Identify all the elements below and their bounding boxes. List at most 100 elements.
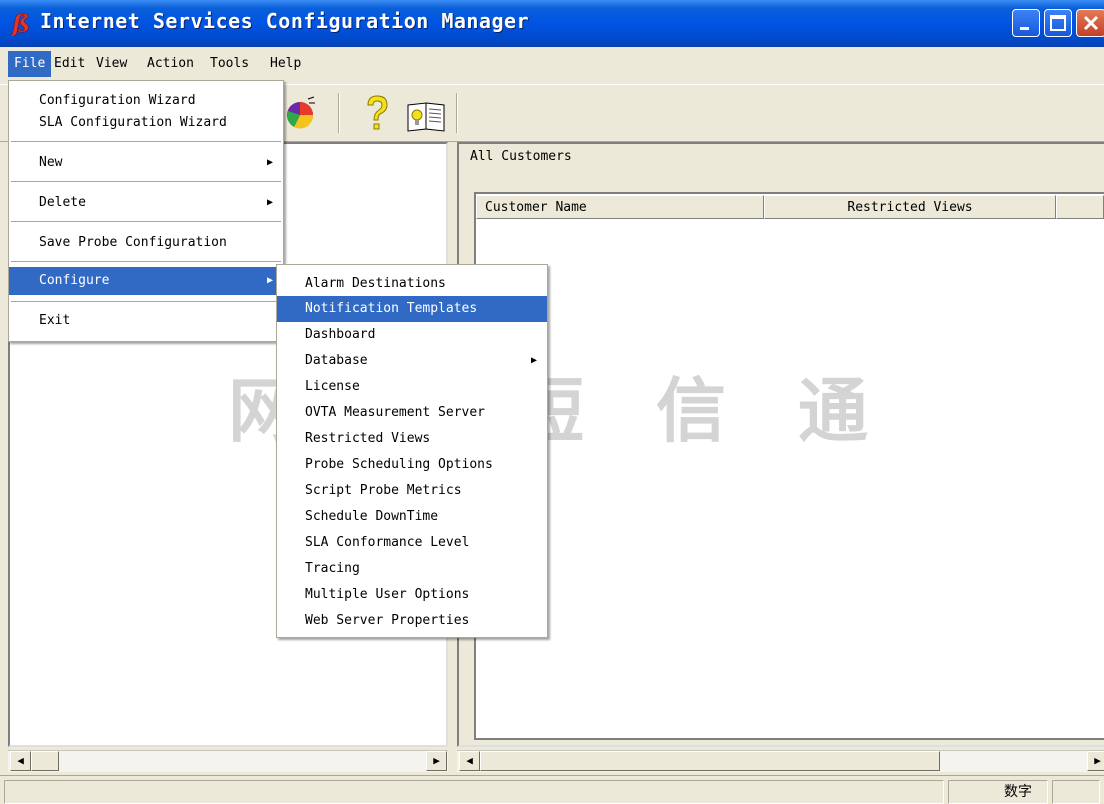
window-title: Internet Services Configuration Manager	[40, 9, 530, 33]
scroll-left-button[interactable]: ◀	[459, 751, 480, 771]
submenu-item-probe-scheduling-options[interactable]: Probe Scheduling Options	[277, 452, 547, 478]
submenu-item-sla-conformance-level[interactable]: SLA Conformance Level	[277, 530, 547, 556]
menu-view-label: View	[96, 56, 128, 71]
file-menu: Configuration Wizard SLA Configuration W…	[8, 80, 284, 342]
toolbar-separator	[338, 93, 340, 133]
submenu-item-schedule-downtime[interactable]: Schedule DownTime	[277, 504, 547, 530]
book-icon[interactable]	[404, 99, 450, 133]
maximize-icon	[1050, 15, 1066, 31]
status-message	[4, 780, 944, 804]
scroll-left-button[interactable]: ◀	[10, 751, 31, 771]
submenu-arrow-icon: ▶	[266, 275, 273, 286]
submenu-item-label: Web Server Properties	[305, 613, 470, 628]
scroll-thumb[interactable]	[480, 751, 940, 771]
submenu-item-label: Probe Scheduling Options	[305, 457, 493, 472]
submenu-item-web-server-properties[interactable]: Web Server Properties	[277, 608, 547, 634]
menu-separator	[11, 141, 281, 143]
menu-item-new[interactable]: New ▶	[9, 149, 283, 177]
menu-item-label: Save Probe Configuration	[39, 235, 227, 250]
submenu-arrow-icon: ▶	[266, 157, 273, 168]
minimize-button[interactable]	[1012, 9, 1040, 37]
submenu-item-license[interactable]: License	[277, 374, 547, 400]
column-header-filler	[1056, 195, 1104, 219]
close-icon	[1083, 15, 1099, 31]
column-header-restricted-views[interactable]: Restricted Views	[764, 195, 1056, 219]
menu-item-label: Configuration Wizard	[39, 93, 196, 108]
svg-text:ß: ß	[10, 10, 30, 36]
submenu-item-label: Multiple User Options	[305, 587, 470, 602]
submenu-item-label: Restricted Views	[305, 431, 431, 446]
status-empty-cell	[1052, 780, 1100, 804]
menu-item-configure[interactable]: Configure ▶	[9, 267, 283, 295]
submenu-item-dashboard[interactable]: Dashboard	[277, 322, 547, 348]
arrow-left-icon: ◀	[466, 754, 473, 767]
menu-separator	[11, 181, 281, 183]
app-logo-icon: ß	[10, 9, 36, 39]
submenu-item-notification-templates[interactable]: Notification Templates	[277, 296, 547, 322]
minimize-icon	[1020, 27, 1029, 30]
menu-item-label: SLA Configuration Wizard	[39, 115, 227, 130]
close-button[interactable]	[1076, 9, 1104, 37]
arrow-left-icon: ◀	[17, 754, 24, 767]
submenu-item-multiple-user-options[interactable]: Multiple User Options	[277, 582, 547, 608]
scroll-right-button[interactable]: ▶	[1087, 751, 1104, 771]
submenu-item-tracing[interactable]: Tracing	[277, 556, 547, 582]
customer-list[interactable]	[474, 192, 1104, 740]
submenu-item-label: Schedule DownTime	[305, 509, 439, 524]
menu-tools[interactable]: Tools	[204, 51, 255, 77]
submenu-item-label: Notification Templates	[305, 301, 478, 316]
watermark-char: 通	[798, 370, 868, 452]
menu-edit-label: Edit	[54, 56, 86, 71]
submenu-item-alarm-destinations[interactable]: Alarm Destinations	[277, 271, 547, 297]
submenu-item-label: Dashboard	[305, 327, 376, 342]
menu-action[interactable]: Action	[141, 51, 200, 77]
left-horizontal-scrollbar[interactable]	[8, 750, 448, 772]
arrow-right-icon: ▶	[1094, 754, 1101, 767]
menu-item-label: Exit	[39, 313, 71, 328]
submenu-item-ovta-measurement-server[interactable]: OVTA Measurement Server	[277, 400, 547, 426]
menu-help[interactable]: Help	[264, 51, 307, 77]
submenu-item-label: Script Probe Metrics	[305, 483, 462, 498]
menu-separator	[11, 301, 281, 303]
menu-bar: File Edit View Action Tools Help	[0, 51, 1104, 79]
submenu-arrow-icon: ▶	[266, 197, 273, 208]
menu-item-save-probe-configuration[interactable]: Save Probe Configuration	[9, 229, 283, 257]
submenu-item-label: Alarm Destinations	[305, 276, 446, 291]
submenu-item-restricted-views[interactable]: Restricted Views	[277, 426, 547, 452]
scroll-thumb[interactable]	[31, 751, 59, 771]
submenu-item-script-probe-metrics[interactable]: Script Probe Metrics	[277, 478, 547, 504]
configure-submenu: Alarm Destinations Notification Template…	[276, 264, 548, 638]
pie-chart-icon[interactable]	[282, 95, 318, 133]
menu-help-label: Help	[270, 56, 302, 71]
menu-item-exit[interactable]: Exit	[9, 307, 283, 335]
status-num-indicator: 数字	[948, 780, 1048, 804]
submenu-item-label: Tracing	[305, 561, 360, 576]
submenu-item-database[interactable]: Database ▶	[277, 348, 547, 374]
scroll-right-button[interactable]: ▶	[426, 751, 447, 771]
menu-item-sla-configuration-wizard[interactable]: SLA Configuration Wizard	[9, 109, 283, 137]
submenu-item-label: OVTA Measurement Server	[305, 405, 486, 420]
menu-item-label: Delete	[39, 195, 86, 210]
menu-edit[interactable]: Edit	[48, 51, 91, 77]
maximize-button[interactable]	[1044, 9, 1072, 37]
submenu-item-label: SLA Conformance Level	[305, 535, 470, 550]
num-lock-indicator: 数字	[1004, 784, 1032, 800]
menu-separator	[11, 261, 281, 263]
menu-action-label: Action	[147, 56, 194, 71]
menu-tools-label: Tools	[210, 56, 250, 71]
pane-header: All Customers	[470, 149, 572, 164]
submenu-arrow-icon: ▶	[530, 355, 537, 366]
toolbar-separator	[456, 93, 458, 133]
title-bar[interactable]: ß Internet Services Configuration Manage…	[0, 0, 1104, 47]
menu-item-label: New	[39, 155, 63, 170]
watermark-char: 信	[656, 370, 726, 452]
menu-file[interactable]: File	[8, 51, 52, 77]
menu-view[interactable]: View	[90, 51, 133, 77]
menu-item-delete[interactable]: Delete ▶	[9, 189, 283, 217]
menu-file-label: File	[14, 56, 46, 71]
menu-item-label: Configure	[39, 273, 110, 288]
menu-separator	[11, 221, 281, 223]
help-icon[interactable]	[360, 93, 394, 135]
submenu-item-label: License	[305, 379, 360, 394]
column-header-customer-name[interactable]: Customer Name	[476, 195, 764, 219]
